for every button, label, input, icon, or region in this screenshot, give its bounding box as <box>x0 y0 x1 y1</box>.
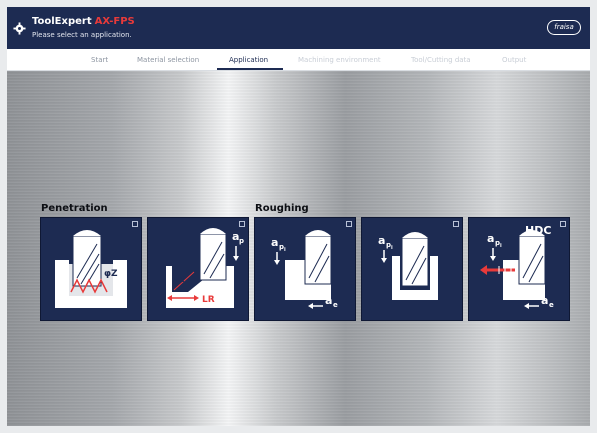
application-area: Penetration Roughing φZ a p φR LR a p i … <box>7 71 590 426</box>
tile-label-lr: LR <box>202 295 215 305</box>
side-roughing-icon: a p i a e <box>271 230 338 309</box>
tile-label-i: i <box>391 245 393 251</box>
helix-penetration-icon: φZ <box>55 230 127 308</box>
app-title: ToolExpert AX-FPS <box>32 16 135 27</box>
app-title-accent: AX-FPS <box>94 16 135 27</box>
tile-label-ae: a <box>325 294 332 307</box>
tab-output: Output <box>502 56 527 64</box>
tile-label-e: e <box>333 301 338 309</box>
wizard-nav: Start Material selection Application Mac… <box>7 49 590 71</box>
tile-penetration-ramp[interactable]: a p φR LR <box>147 217 249 321</box>
tile-label-phiz: φZ <box>104 269 118 279</box>
hdc-roughing-icon: a p i HDC a e <box>480 224 554 309</box>
tile-label-i: i <box>500 243 502 249</box>
tile-label-a: a <box>271 236 278 249</box>
slot-roughing-icon: a p i <box>378 232 438 300</box>
tile-label-e: e <box>549 301 554 309</box>
tile-label-phir: φR <box>172 275 184 284</box>
tab-material-selection[interactable]: Material selection <box>137 49 199 71</box>
header-bar: ToolExpert AX-FPS Please select an applic… <box>7 7 590 49</box>
active-tab-indicator <box>217 68 283 70</box>
tile-label-a: a <box>487 232 494 245</box>
tile-roughing-side[interactable]: a p i a e <box>254 217 356 321</box>
tile-label-a: a <box>378 234 385 247</box>
tile-label-i: i <box>284 247 286 253</box>
fraisa-logo: fraisa <box>547 20 581 35</box>
group-label-roughing: Roughing <box>255 203 309 214</box>
tab-tool-cutting-data: Tool/Cutting data <box>411 56 471 64</box>
tile-label-hdc: HDC <box>525 224 551 237</box>
ramp-penetration-icon: a p φR LR <box>166 228 244 308</box>
app-window: ToolExpert AX-FPS Please select an applic… <box>7 7 590 426</box>
tile-label-ae: a <box>541 294 548 307</box>
group-label-penetration: Penetration <box>41 203 108 214</box>
tab-start[interactable]: Start <box>91 49 108 71</box>
gear-icon[interactable] <box>13 22 26 35</box>
instruction-subtitle: Please select an application. <box>32 31 132 39</box>
tab-machining-environment: Machining environment <box>298 56 381 64</box>
tile-roughing-hdc[interactable]: a p i HDC a e <box>468 217 570 321</box>
tile-roughing-slot[interactable]: a p i <box>361 217 463 321</box>
tile-penetration-helix[interactable]: φZ <box>40 217 142 321</box>
app-title-main: ToolExpert <box>32 16 92 27</box>
tile-label-ap-sub: p <box>239 237 244 245</box>
